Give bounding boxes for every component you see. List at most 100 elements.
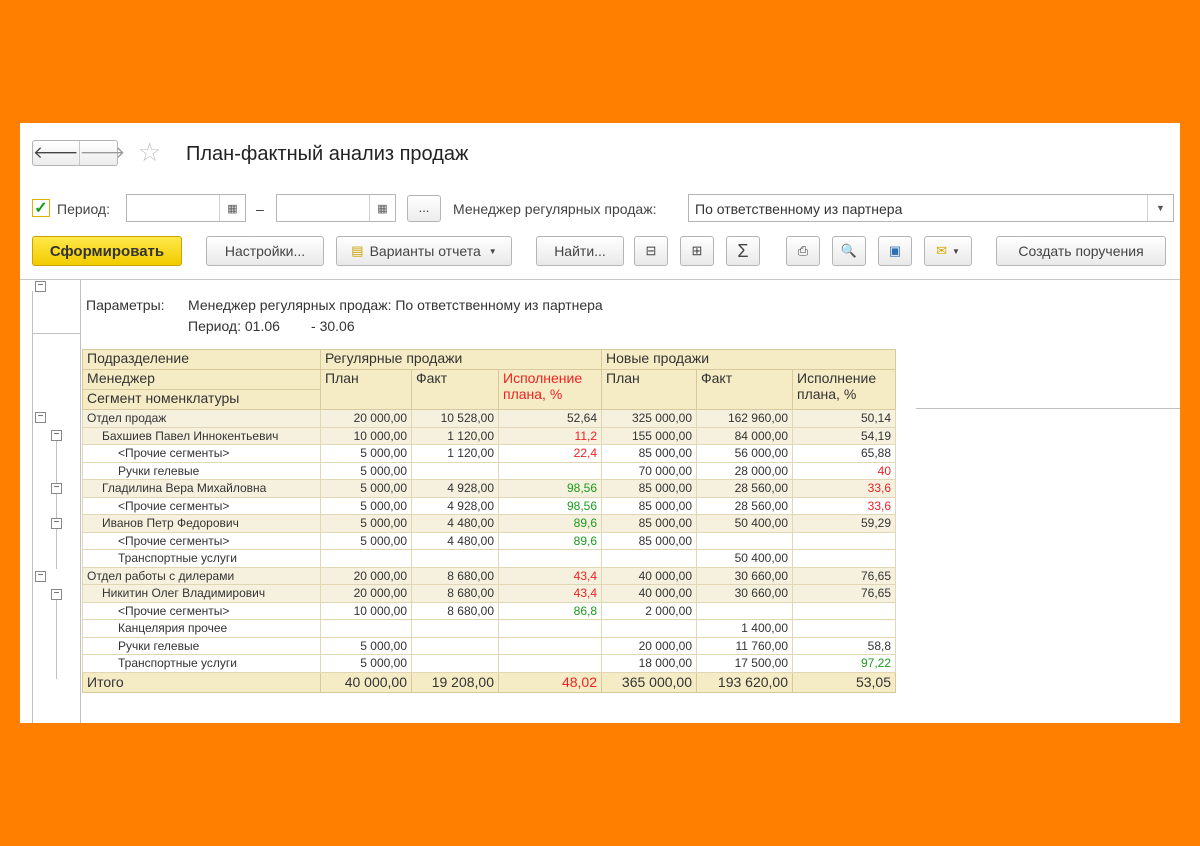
table-row[interactable]: Ручки гелевые 5 000,00 20 000,00 11 760,… (82, 636, 896, 655)
manager-label: Менеджер регулярных продаж: (453, 201, 657, 217)
collapse-toggle[interactable]: − (35, 412, 46, 423)
page-title: План-фактный анализ продаж (186, 143, 469, 165)
header-dept: Подразделение (82, 349, 321, 370)
period-end-field[interactable]: ▦ (276, 194, 396, 222)
collapse-toggle[interactable]: − (51, 518, 62, 529)
row-name: <Прочие сегменты> (82, 444, 321, 463)
header-new-sales: Новые продажи (601, 349, 896, 370)
total-row: Итого 40 000,00 19 208,00 48,02 365 000,… (82, 671, 896, 693)
collapse-toggle[interactable]: − (51, 430, 62, 441)
group-line (32, 333, 80, 334)
printer-icon: ⎙ (797, 243, 809, 258)
report-table: Подразделение Регулярные продажи Новые п… (82, 349, 896, 693)
checkmark-icon: ✓ (34, 200, 48, 217)
table-row[interactable]: Отдел продаж 20 000,00 10 528,00 52,64 3… (82, 409, 896, 428)
arrow-left-icon: 🡐 (33, 143, 79, 162)
period-label: Период: (57, 201, 110, 217)
period-start-field[interactable]: ▦ (126, 194, 246, 222)
group-line (56, 599, 57, 679)
generate-button[interactable]: Сформировать (32, 236, 182, 266)
header-plan: План (320, 369, 412, 410)
table-row[interactable]: <Прочие сегменты> 5 000,00 4 928,00 98,5… (82, 496, 896, 515)
print-button[interactable]: ⎙ (786, 236, 820, 266)
row-name: Гладилина Вера Михайловна (82, 479, 321, 498)
chevron-down-icon: ▼ (951, 246, 960, 256)
table-row[interactable]: <Прочие сегменты> 5 000,00 1 120,00 22,4… (82, 444, 896, 463)
table-row[interactable]: Транспортные услуги 5 000,00 18 000,00 1… (82, 654, 896, 673)
table-row[interactable]: Канцелярия прочее 1 400,00 (82, 619, 896, 638)
chevron-down-icon: ▼ (488, 246, 497, 256)
table-row[interactable]: <Прочие сегменты> 5 000,00 4 480,00 89,6… (82, 531, 896, 550)
collapse-toggle[interactable]: − (51, 483, 62, 494)
variants-icon: ▤ (351, 243, 364, 258)
collapse-toggle[interactable]: − (35, 281, 46, 292)
table-row[interactable]: Бахшиев Павел Иннокентьевич 10 000,00 1 … (82, 426, 896, 445)
preview-button[interactable]: 🔍 (832, 236, 866, 266)
toolbar-separator (20, 279, 1180, 280)
header-regular-sales: Регулярные продажи (320, 349, 602, 370)
expand-groups-icon: ⊞ (691, 243, 703, 258)
table-row[interactable]: Отдел работы с дилерами 20 000,00 8 680,… (82, 566, 896, 585)
collapse-groups-button[interactable]: ⊟ (634, 236, 668, 266)
report-variants-label: Варианты отчета (369, 243, 481, 259)
header-fact: Факт (696, 369, 793, 410)
nav-buttons: 🡐 🡒 (32, 140, 125, 166)
find-button[interactable]: Найти... (536, 236, 624, 266)
manager-select-value: По ответственному из партнера (695, 201, 903, 217)
group-line (56, 441, 57, 569)
params-manager: Менеджер регулярных продаж: По ответстве… (188, 297, 603, 313)
favorite-star-icon[interactable]: ☆ (138, 139, 161, 165)
row-name: Бахшиев Павел Иннокентьевич (82, 426, 321, 445)
header-segment: Сегмент номенклатуры (82, 389, 321, 410)
row-name: Никитин Олег Владимирович (82, 584, 321, 603)
calendar-icon[interactable]: ▦ (219, 195, 245, 221)
forward-button[interactable]: 🡒 (78, 141, 126, 165)
table-row[interactable]: Гладилина Вера Михайловна 5 000,00 4 928… (82, 479, 896, 498)
table-row[interactable]: Транспортные услуги 50 400,00 (82, 549, 896, 568)
arrow-right-icon: 🡒 (79, 143, 126, 162)
table-row[interactable]: Ручки гелевые 5 000,00 70 000,00 28 000,… (82, 461, 896, 480)
report-variants-button[interactable]: ▤ Варианты отчета ▼ (336, 236, 512, 266)
table-row[interactable]: Никитин Олег Владимирович 20 000,00 8 68… (82, 584, 896, 603)
row-name: Ручки гелевые (82, 636, 321, 655)
send-email-button[interactable]: ✉ ▼ (924, 236, 972, 266)
header-manager: Менеджер (82, 369, 321, 390)
period-checkbox[interactable]: ✓ (32, 199, 50, 217)
back-button[interactable]: 🡐 (33, 141, 79, 165)
row-name: <Прочие сегменты> (82, 531, 321, 550)
manager-select[interactable]: По ответственному из партнера ▼ (688, 194, 1174, 222)
row-name: Иванов Петр Федорович (82, 514, 321, 533)
header-plan: План (601, 369, 697, 410)
settings-button[interactable]: Настройки... (206, 236, 324, 266)
row-name: Транспортные услуги (82, 654, 321, 673)
table-row[interactable]: <Прочие сегменты> 10 000,00 8 680,00 86,… (82, 601, 896, 620)
params-period: Период: 01.06 - 30.06 (188, 318, 355, 334)
calendar-icon[interactable]: ▦ (369, 195, 395, 221)
period-select-button[interactable]: ... (407, 195, 441, 222)
row-name: Отдел работы с дилерами (82, 566, 321, 585)
sigma-icon: Σ (737, 240, 749, 261)
period-dash: – (256, 201, 264, 217)
sum-button[interactable]: Σ (726, 236, 760, 266)
report-window: 🡐 🡒 ☆ План-фактный анализ продаж ✓ Перио… (20, 123, 1180, 723)
header-execution: Исполнение плана, % (792, 369, 896, 410)
expand-groups-button[interactable]: ⊞ (680, 236, 714, 266)
create-order-button[interactable]: Создать поручения (996, 236, 1166, 266)
row-name: Канцелярия прочее (82, 619, 321, 638)
row-name: Ручки гелевые (82, 461, 321, 480)
table-row[interactable]: Иванов Петр Федорович 5 000,00 4 480,00 … (82, 514, 896, 533)
save-disk-icon: ▣ (888, 243, 902, 258)
save-button[interactable]: ▣ (878, 236, 912, 266)
table-header-row: Менеджер План Факт Исполнение плана, % Пл… (82, 369, 896, 410)
collapse-toggle[interactable]: − (51, 589, 62, 600)
header-extension-line (916, 408, 1180, 409)
table-header-row: Подразделение Регулярные продажи Новые п… (82, 349, 896, 370)
row-name: <Прочие сегменты> (82, 601, 321, 620)
collapse-groups-icon: ⊟ (645, 243, 657, 258)
preview-icon: 🔍 (840, 243, 858, 258)
header-execution: Исполнение плана, % (498, 369, 602, 410)
envelope-icon: ✉ (936, 243, 947, 258)
group-line (32, 291, 33, 723)
collapse-toggle[interactable]: − (35, 571, 46, 582)
dropdown-arrow-icon[interactable]: ▼ (1147, 195, 1173, 221)
